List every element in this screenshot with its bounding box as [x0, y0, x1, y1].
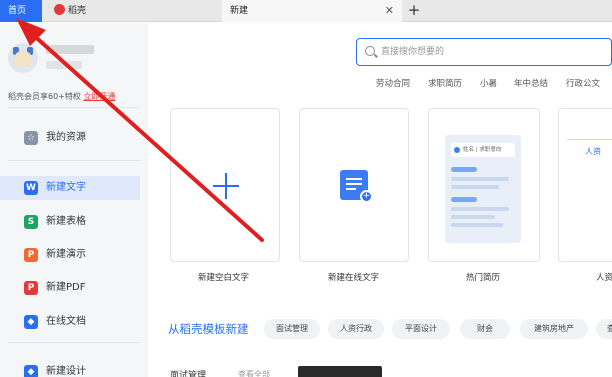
- tab-new[interactable]: 新建 ✕: [222, 0, 402, 22]
- resume-preview: 姓名 | 求职意向: [445, 135, 521, 243]
- view-all-link[interactable]: 查看全部: [238, 369, 270, 377]
- plus-icon-stroke: [225, 173, 227, 199]
- sidebar-item-new-pdf[interactable]: P 新建PDF: [0, 276, 140, 300]
- resume-bar: [451, 185, 499, 189]
- sidebar-item-label: 我的资源: [46, 132, 86, 143]
- online-doc-icon: +: [340, 170, 373, 203]
- card-new-online-doc[interactable]: +: [299, 108, 409, 262]
- close-tab-icon[interactable]: ✕: [385, 0, 394, 22]
- sidebar-item-label: 新建设计: [46, 366, 86, 377]
- sidebar-item-label: 在线文档: [46, 316, 86, 327]
- avatar[interactable]: [8, 43, 38, 73]
- resume-bar: [451, 223, 503, 227]
- sidebar-item-label: 新建PDF: [46, 282, 86, 293]
- search-input[interactable]: [381, 44, 601, 60]
- sidebar-item-new-sheet[interactable]: S 新建表格: [0, 210, 140, 234]
- vip-text: 稻壳会员享60+特权: [8, 92, 81, 101]
- sidebar-divider: [8, 160, 140, 161]
- cloud-doc-icon: ◆: [24, 315, 38, 329]
- avatar-face-icon: [14, 51, 32, 67]
- resume-avatar-icon: [454, 147, 460, 153]
- pdf-icon: P: [24, 281, 38, 295]
- resume-pill: [451, 167, 477, 172]
- template-chip[interactable]: 平面设计: [392, 319, 450, 339]
- vip-promo: 稻壳会员享60+特权 立即开通: [8, 91, 115, 102]
- star-icon: ☆: [24, 131, 38, 145]
- resume-bar: [451, 177, 509, 181]
- slides-icon: P: [24, 248, 38, 262]
- template-chip[interactable]: 查: [596, 319, 612, 339]
- tab-new-label: 新建: [230, 6, 249, 16]
- doc-line: [346, 183, 362, 185]
- card-new-blank-doc[interactable]: [170, 108, 280, 262]
- template-chip[interactable]: 建筑房地产: [520, 319, 588, 339]
- resume-pill: [451, 197, 477, 202]
- template-chip[interactable]: 财会: [460, 319, 510, 339]
- search-icon: [365, 46, 375, 56]
- sidebar: 稻壳会员享60+特权 立即开通 ☆ 我的资源 W 新建文字 S 新建表格 P 新…: [0, 23, 148, 377]
- tab-home-label: 首页: [8, 6, 27, 16]
- sidebar-item-label: 新建文字: [46, 182, 86, 193]
- app-window: 首页 稻壳 新建 ✕ + 稻壳会员享60+特权 立即开通 ☆ 我的资源 W 新建文…: [0, 0, 612, 377]
- card-hr-template[interactable]: 人资: [558, 108, 612, 262]
- template-chip[interactable]: 人资行政: [328, 319, 384, 339]
- card-label: 新建在线文字: [328, 273, 380, 283]
- user-name-blurred: [46, 45, 94, 54]
- user-id-blurred: [46, 61, 82, 69]
- tab-bar: 首页 稻壳 新建 ✕ +: [0, 0, 612, 22]
- doc-line: [346, 178, 362, 180]
- quick-tag[interactable]: 求职简历: [428, 77, 462, 89]
- sidebar-item-my-resources[interactable]: ☆ 我的资源: [0, 126, 140, 150]
- sidebar-divider: [8, 342, 140, 343]
- sidebar-item-label: 新建表格: [46, 216, 86, 227]
- sheet-icon: S: [24, 215, 38, 229]
- card-label: 热门简历: [466, 273, 501, 283]
- add-tab-button[interactable]: +: [404, 0, 424, 22]
- resume-name: 姓名 | 求职意向: [463, 147, 502, 153]
- preview-line: [567, 139, 612, 140]
- quick-tag[interactable]: 小暑: [480, 77, 497, 89]
- card-label: 人资: [596, 273, 612, 283]
- resume-bar: [451, 215, 495, 219]
- sidebar-item-new-design[interactable]: ◆ 新建设计: [0, 360, 140, 377]
- doc-line: [346, 188, 356, 190]
- quick-tag[interactable]: 行政公文: [566, 77, 600, 89]
- card-label: 新建空白文字: [198, 273, 250, 283]
- tab-daoke[interactable]: 稻壳: [48, 0, 220, 22]
- card-preview-title: 人资: [585, 147, 601, 156]
- vip-open-link[interactable]: 立即开通: [83, 92, 115, 101]
- template-thumbnail[interactable]: [298, 366, 382, 377]
- add-badge-icon: +: [360, 190, 373, 203]
- sidebar-divider: [8, 107, 140, 108]
- template-chip[interactable]: 面试管理: [264, 319, 320, 339]
- quick-tag[interactable]: 劳动合同: [376, 77, 410, 89]
- quick-tag[interactable]: 年中总结: [514, 77, 548, 89]
- sidebar-item-new-writer[interactable]: W 新建文字: [0, 176, 140, 200]
- tab-daoke-label: 稻壳: [68, 6, 87, 16]
- sidebar-item-online-doc[interactable]: ◆ 在线文档: [0, 310, 140, 334]
- sidebar-item-new-slides[interactable]: P 新建演示: [0, 243, 140, 267]
- sidebar-item-label: 新建演示: [46, 249, 86, 260]
- tab-home[interactable]: 首页: [0, 0, 42, 22]
- card-hot-resume[interactable]: 姓名 | 求职意向: [428, 108, 540, 262]
- resume-bar: [451, 207, 509, 211]
- search-box: [356, 38, 612, 66]
- template-group-title: 面试管理: [170, 371, 207, 377]
- writer-icon: W: [24, 181, 38, 195]
- design-icon: ◆: [24, 365, 38, 377]
- templates-section-title: 从稻壳模板新建: [168, 322, 249, 336]
- resume-header: 姓名 | 求职意向: [451, 143, 515, 157]
- daoke-logo-icon: [54, 4, 65, 15]
